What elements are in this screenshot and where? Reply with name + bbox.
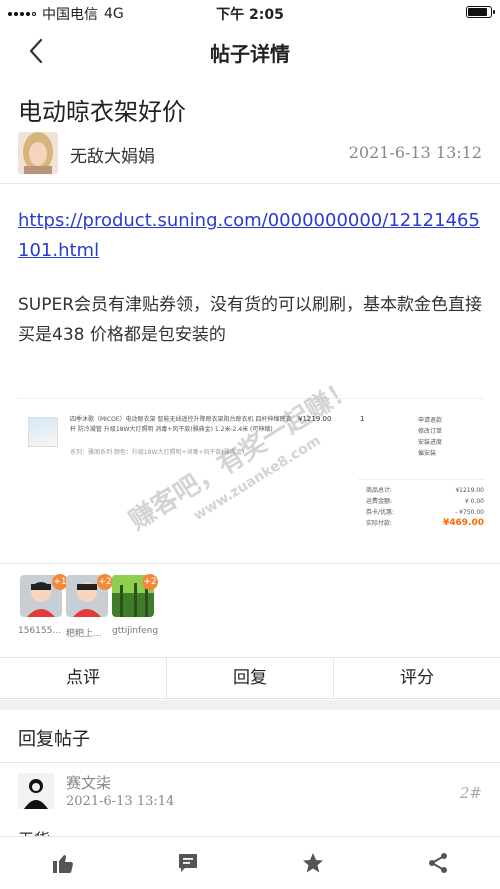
post-title: 电动晾衣架好价 xyxy=(18,98,186,126)
rate-button[interactable]: 评分 xyxy=(333,658,500,698)
battery-icon xyxy=(466,6,495,18)
divider xyxy=(358,479,484,480)
share-tab[interactable] xyxy=(375,837,500,889)
divider xyxy=(0,563,500,564)
summary-row: 券卡/优惠: - ¥750.00 xyxy=(366,507,484,518)
post-date: 2021-6-13 13:12 xyxy=(348,143,482,162)
summary-value: ¥1219.00 xyxy=(455,487,484,494)
rater-name[interactable]: 粑粑上... xyxy=(66,626,114,639)
order-actions: 申请退款 修改订单 安装进度 催安装 xyxy=(418,415,442,459)
floor-number: 2# xyxy=(459,784,482,802)
order-summary: 商品总计: ¥1219.00 运费金额: ¥ 0.00 券卡/优惠: - ¥75… xyxy=(366,485,484,529)
thumbs-up-icon xyxy=(52,855,73,873)
summary-row: 实际付款: ¥469.00 xyxy=(366,518,484,529)
bottom-toolbar xyxy=(0,836,500,889)
rating-badge: +2 xyxy=(142,574,158,590)
post-body: SUPER会员有津贴券领，没有货的可以刷刷，基本款金色直接买是438 价格都是包… xyxy=(18,295,483,345)
comment-button[interactable]: 点评 xyxy=(0,658,166,698)
divider xyxy=(0,762,500,763)
comment-tab[interactable] xyxy=(125,837,250,889)
like-tab[interactable] xyxy=(0,837,125,889)
order-action: 催安装 xyxy=(418,450,437,457)
summary-row: 商品总计: ¥1219.00 xyxy=(366,485,484,496)
product-description: 四季沐歌（MICOE）电动晾衣架 智能无线遥控升降晾衣架阳台晾衣机 四杆伸缩晾衣… xyxy=(70,416,292,433)
post-action-row: 点评 回复 评分 xyxy=(0,657,500,699)
summary-value: ¥ 0.00 xyxy=(464,498,484,505)
summary-label: 运费金额: xyxy=(366,498,393,505)
order-action: 申请退款 xyxy=(418,417,443,424)
total-value: ¥469.00 xyxy=(443,518,484,528)
rater-name[interactable]: gttijinfeng xyxy=(112,626,172,636)
rating-badge: +2 xyxy=(97,574,113,590)
favorite-tab[interactable] xyxy=(250,837,375,889)
rater-name[interactable]: 1561551... xyxy=(18,626,66,636)
product-spec: 系列：雅阁系列 颜色：升级18W大灯照明+消毒+风干款(雅典金) xyxy=(70,449,245,456)
divider xyxy=(0,183,500,184)
share-icon xyxy=(428,853,447,873)
summary-label: 商品总计: xyxy=(366,487,393,494)
page-title: 帖子详情 xyxy=(210,42,290,66)
star-icon xyxy=(302,853,323,873)
author-name[interactable]: 无敌大娟娟 xyxy=(70,142,155,167)
product-quantity: 1 xyxy=(360,415,365,423)
comment-icon xyxy=(178,854,197,872)
summary-row: 运费金额: ¥ 0.00 xyxy=(366,496,484,507)
order-screenshot-image[interactable]: 四季沐歌（MICOE）电动晾衣架 智能无线遥控升降晾衣架阳台晾衣机 四杆伸缩晾衣… xyxy=(18,398,484,558)
reply-author[interactable]: 赛文柒 xyxy=(66,772,111,793)
author-avatar[interactable] xyxy=(18,132,58,174)
order-action: 修改订单 xyxy=(418,428,443,435)
reply-button[interactable]: 回复 xyxy=(166,658,333,698)
product-thumbnail xyxy=(28,417,58,447)
total-label: 实际付款: xyxy=(366,520,393,527)
post-link[interactable]: https://product.suning.com/0000000000/12… xyxy=(18,206,488,266)
summary-label: 券卡/优惠: xyxy=(366,509,395,516)
nav-bar: 帖子详情 xyxy=(0,24,500,78)
status-bar: 中国电信 4G 下午 2:05 xyxy=(0,0,500,24)
replies-header: 回复帖子 xyxy=(18,729,90,750)
section-separator xyxy=(0,700,500,710)
order-action: 安装进度 xyxy=(418,439,443,446)
product-price: ¥1219.00 xyxy=(298,415,332,423)
status-time: 下午 2:05 xyxy=(216,7,284,23)
reply-date: 2021-6-13 13:14 xyxy=(66,794,175,809)
summary-value: - ¥750.00 xyxy=(455,509,484,516)
reply-avatar[interactable] xyxy=(18,773,54,809)
